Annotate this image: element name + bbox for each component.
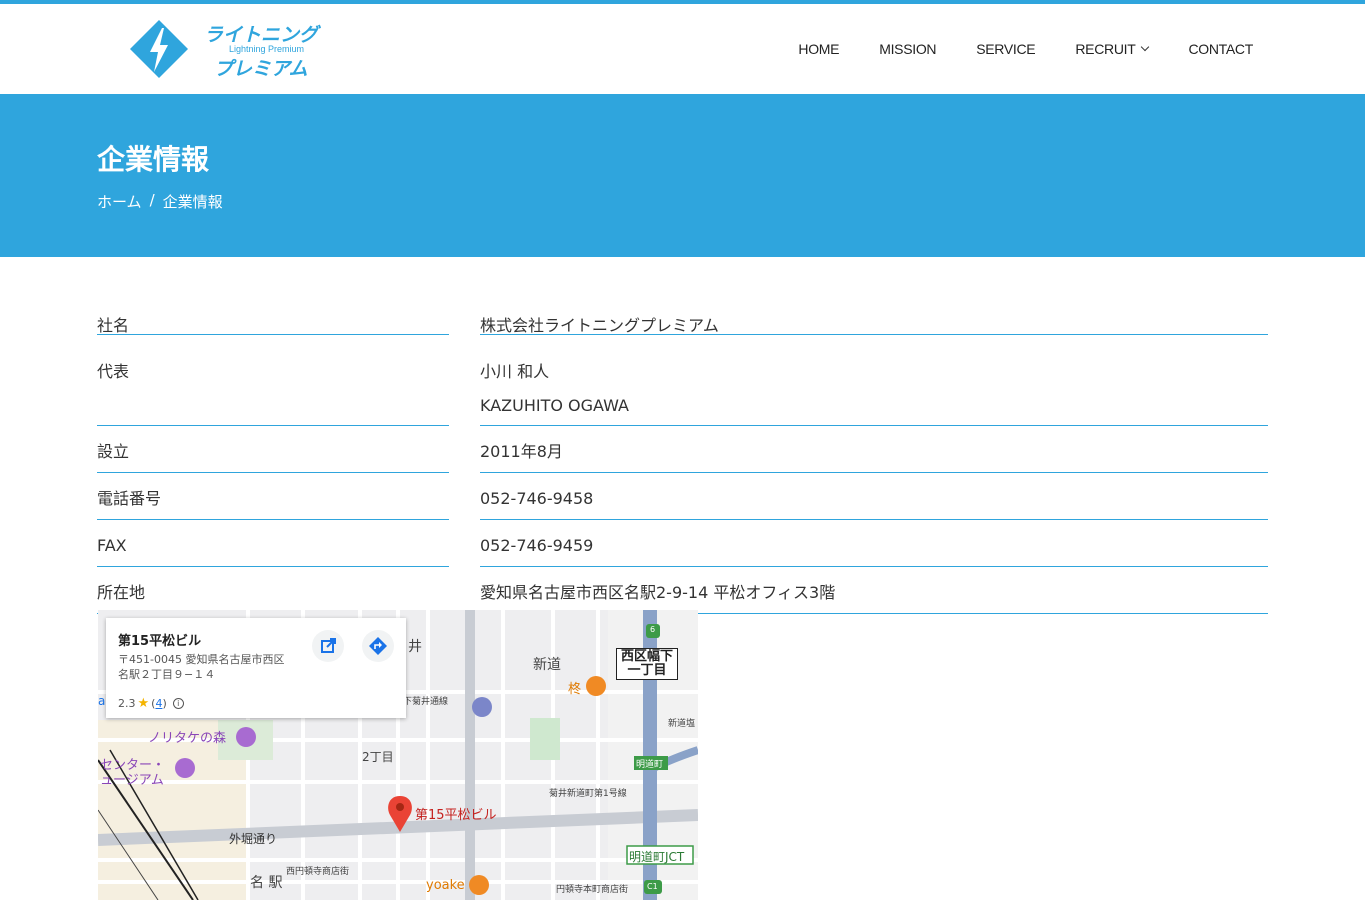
info-value: 052-746-9459 <box>480 520 1268 567</box>
logo-text-en: Lightning Premium <box>229 44 305 54</box>
info-value: 株式会社ライトニングプレミアム <box>480 300 1268 335</box>
info-value: 愛知県名古屋市西区名駅2-9-14 平松オフィス3階 <box>480 567 1268 614</box>
chevron-down-icon <box>1141 42 1150 52</box>
site-header: ライトニング Lightning Premium プレミアム HOME MISS… <box>0 4 1365 94</box>
external-link-icon <box>321 638 336 653</box>
map-label: 明道町 <box>636 760 664 770</box>
map-label: C1 <box>647 882 658 891</box>
info-label: 電話番号 <box>97 473 449 520</box>
review-count-link[interactable]: 4 <box>155 697 162 710</box>
info-row-representative: 代表 小川 和人 KAZUHITO OGAWA <box>97 346 1268 426</box>
embedded-map[interactable]: 新道 西区幅下 一丁目 柊 ノリタケの森 センター・ ュージアム 2丁目 外堀通… <box>98 610 698 900</box>
breadcrumb-separator: / <box>149 191 155 209</box>
logo-text-line2: プレミアム <box>214 58 308 80</box>
nav-mission[interactable]: MISSION <box>879 41 936 57</box>
directions-button[interactable] <box>362 630 394 662</box>
info-label: 代表 <box>97 346 449 426</box>
map-label: yoake <box>426 878 465 893</box>
place-rating: 2.3 ★ (4) i <box>118 696 184 711</box>
map-label: 菊井新道町第1号線 <box>549 789 627 799</box>
nav-service[interactable]: SERVICE <box>976 41 1035 57</box>
map-district-box: 西区幅下 一丁目 <box>616 648 679 680</box>
map-label: 6 <box>650 625 656 634</box>
page-title: 企業情報 <box>97 143 210 176</box>
info-value: 小川 和人 KAZUHITO OGAWA <box>480 346 1268 426</box>
map-label: 下菊井通線 <box>403 697 449 707</box>
company-info-table: 社名 株式会社ライトニングプレミアム 代表 小川 和人 KAZUHITO OGA… <box>97 300 1268 614</box>
map-label: 名 駅 <box>250 875 283 891</box>
open-in-maps-button[interactable] <box>312 630 344 662</box>
info-row-established: 設立 2011年8月 <box>97 426 1268 473</box>
nav-recruit[interactable]: RECRUIT <box>1075 41 1150 57</box>
info-label: 社名 <box>97 300 449 335</box>
map-label: 円頓寺本町商店街 <box>556 885 629 895</box>
info-value: 052-746-9458 <box>480 473 1268 520</box>
map-pin-label: 第15平松ビル <box>415 808 497 823</box>
info-row-address: 所在地 愛知県名古屋市西区名駅2-9-14 平松オフィス3階 <box>97 567 1268 614</box>
place-title: 第15平松ビル <box>118 634 202 649</box>
info-label: 設立 <box>97 426 449 473</box>
map-label: ノリタケの森 <box>148 731 227 746</box>
map-place-card: 第15平松ビル 〒451-0045 愛知県名古屋市西区 名駅２丁目９−１４ 2.… <box>106 618 406 718</box>
page-hero: 企業情報 ホーム / 企業情報 <box>0 94 1365 257</box>
nav-contact[interactable]: CONTACT <box>1188 41 1253 57</box>
map-label: 柊 <box>568 682 582 697</box>
info-row-phone: 電話番号 052-746-9458 <box>97 473 1268 520</box>
lightning-logo-icon <box>130 20 188 78</box>
nav-home[interactable]: HOME <box>798 41 839 57</box>
star-icon: ★ <box>137 696 150 711</box>
map-label: 井 <box>408 639 422 655</box>
place-address: 〒451-0045 愛知県名古屋市西区 名駅２丁目９−１４ <box>118 653 285 681</box>
info-row-company-name: 社名 株式会社ライトニングプレミアム <box>97 300 1268 335</box>
breadcrumb: ホーム / 企業情報 <box>97 191 223 212</box>
main-nav: HOME MISSION SERVICE RECRUIT CONTACT <box>798 41 1253 57</box>
info-icon[interactable]: i <box>172 698 184 709</box>
map-label: 新道 <box>533 657 561 673</box>
info-label: 所在地 <box>97 567 449 614</box>
map-label: ュージアム <box>100 773 164 788</box>
map-label: 明道町JCT <box>629 850 685 864</box>
site-logo[interactable]: ライトニング Lightning Premium プレミアム <box>128 18 333 80</box>
info-value: 2011年8月 <box>480 426 1268 473</box>
info-label: FAX <box>97 520 449 567</box>
map-label: 2丁目 <box>362 750 394 764</box>
info-row-fax: FAX 052-746-9459 <box>97 520 1268 567</box>
map-label: 西円頓寺商店街 <box>286 867 350 877</box>
rating-value: 2.3 <box>118 697 136 710</box>
logo-text-line1: ライトニング <box>204 24 319 46</box>
breadcrumb-current: 企業情報 <box>162 193 223 211</box>
directions-icon <box>369 637 387 655</box>
breadcrumb-home[interactable]: ホーム <box>97 191 142 212</box>
nav-recruit-label: RECRUIT <box>1075 41 1136 57</box>
map-label: 外堀通り <box>229 832 278 846</box>
map-label: 新道塩 <box>668 719 696 729</box>
